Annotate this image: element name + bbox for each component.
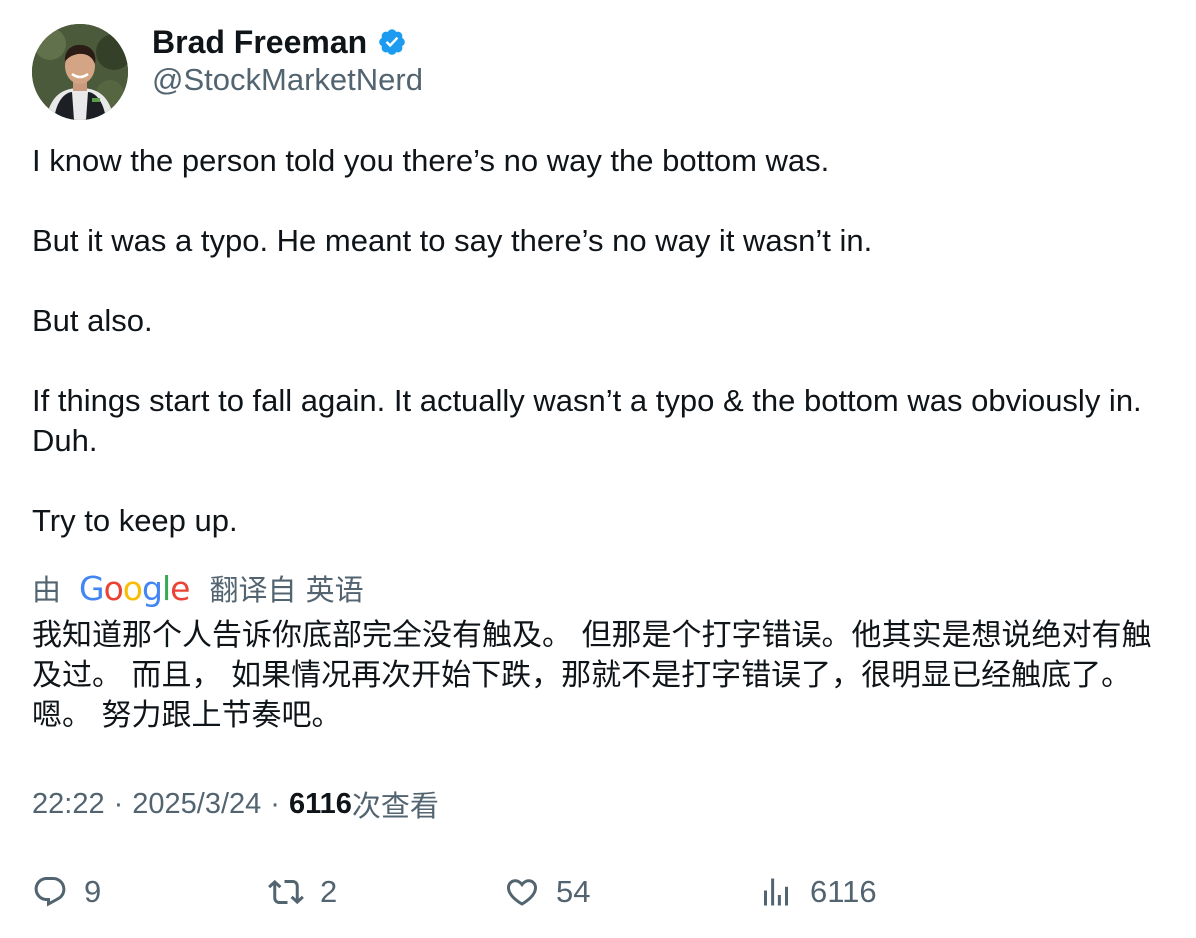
tweet-paragraph: But also.: [32, 303, 153, 338]
action-bar: 9 2 54 6116: [32, 870, 1132, 914]
author-name[interactable]: Brad Freeman: [152, 24, 367, 61]
verified-badge-icon: [379, 29, 405, 55]
tweet-time[interactable]: 22:22: [32, 788, 105, 821]
author-handle[interactable]: @StockMarketNerd: [152, 62, 423, 98]
google-logo: Google: [79, 568, 190, 608]
heart-icon: [506, 879, 538, 906]
retweet-button[interactable]: 2: [268, 870, 337, 914]
views-count: 6116: [288, 787, 352, 820]
tweet-card: Brad Freeman @StockMarketNerd I know the…: [0, 0, 1196, 938]
tweet-date[interactable]: 2025/3/24: [132, 788, 261, 821]
like-button[interactable]: 54: [504, 870, 590, 914]
translation-attribution[interactable]: 由 Google 翻译自 英语: [32, 568, 364, 608]
meta-separator: ·: [113, 787, 124, 820]
translated-text: 我知道那个人告诉你底部完全没有触及。 但那是个打字错误。他其实是想说绝对有触及过…: [32, 618, 1152, 733]
meta-separator: ·: [270, 787, 280, 820]
retweet-count: 2: [320, 874, 338, 909]
tweet-paragraph: If things start to fall again. It actual…: [32, 383, 1142, 458]
reply-count: 9: [84, 874, 102, 909]
tweet-paragraph: But it was a typo. He meant to say there…: [32, 223, 873, 258]
views-button[interactable]: 6116: [758, 870, 877, 914]
retweet-icon: [268, 879, 304, 905]
tweet-paragraph: I know the person told you there’s no wa…: [32, 143, 830, 178]
translation-suffix: 翻译自 英语: [209, 573, 364, 607]
reply-button[interactable]: 9: [32, 870, 101, 914]
author-name-row[interactable]: Brad Freeman: [152, 22, 407, 62]
views-label: 次查看: [351, 789, 439, 823]
views-action-count: 6116: [810, 874, 877, 909]
tweet-text: I know the person told you there’s no wa…: [32, 141, 1162, 541]
tweet-paragraph: Try to keep up.: [32, 503, 238, 538]
reply-icon: [34, 877, 66, 907]
analytics-bars-icon: [764, 878, 788, 906]
like-count: 54: [556, 874, 591, 909]
translation-prefix: 由: [32, 573, 62, 607]
avatar[interactable]: [32, 24, 128, 120]
tweet-meta: 22:22 · 2025/3/24 · 6116 次查看: [32, 784, 439, 824]
